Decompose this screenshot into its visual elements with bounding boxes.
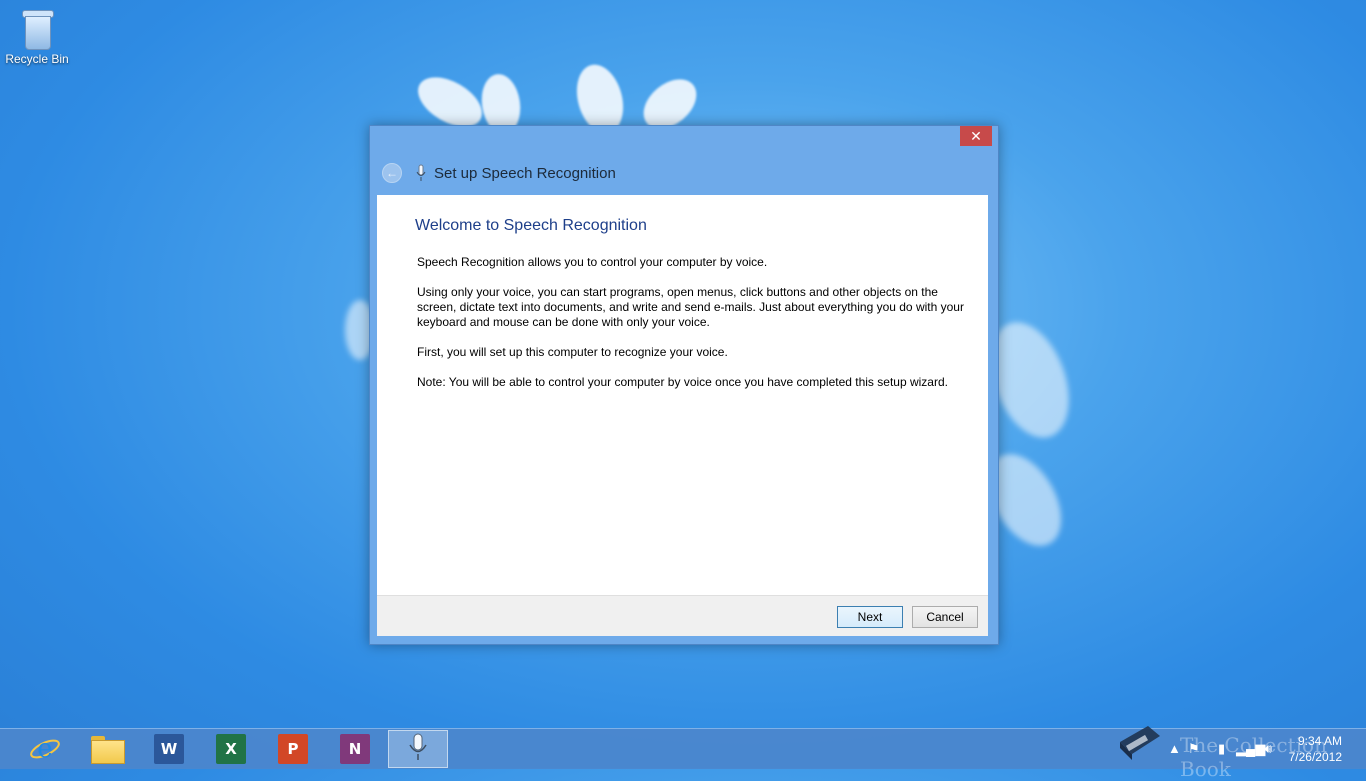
taskbar-speech-recognition[interactable] <box>388 730 448 768</box>
taskbar-file-explorer[interactable] <box>78 730 136 768</box>
cancel-button[interactable]: Cancel <box>912 606 978 628</box>
button-bar: Next Cancel <box>377 595 988 636</box>
window-title: Set up Speech Recognition <box>434 164 616 182</box>
page-heading: Welcome to Speech Recognition <box>415 217 647 234</box>
watermark-book-icon <box>1118 722 1162 762</box>
microphone-icon <box>408 732 428 767</box>
content-panel: Welcome to Speech Recognition Speech Rec… <box>377 195 988 595</box>
excel-icon: X <box>216 734 246 764</box>
word-icon: W <box>154 734 184 764</box>
taskbar-excel[interactable]: X <box>202 730 260 768</box>
first-step-text: First, you will set up this computer to … <box>417 345 728 359</box>
next-button[interactable]: Next <box>837 606 903 628</box>
taskbar-powerpoint[interactable]: P <box>264 730 322 768</box>
watermark-text: The Collection Book <box>1180 733 1327 781</box>
window-header: ← Set up Speech Recognition <box>382 162 616 184</box>
note-text: Note: You will be able to control your c… <box>417 375 948 389</box>
taskbar-word[interactable]: W <box>140 730 198 768</box>
close-button[interactable]: ✕ <box>960 126 992 146</box>
speech-setup-window: ✕ ← Set up Speech Recognition Welcome to… <box>369 125 999 645</box>
powerpoint-icon: P <box>278 734 308 764</box>
microphone-icon <box>416 164 426 182</box>
description-text: Using only your voice, you can start pro… <box>417 285 964 329</box>
internet-explorer-icon: e <box>29 733 61 765</box>
folder-icon <box>91 736 125 764</box>
chevron-up-icon[interactable]: ▲ <box>1168 741 1181 756</box>
back-arrow-icon[interactable]: ← <box>382 163 402 183</box>
desktop-icon-label: Recycle Bin <box>5 52 69 66</box>
desktop-icon-recycle-bin[interactable]: Recycle Bin <box>4 6 70 66</box>
svg-text:e: e <box>37 734 52 764</box>
taskbar-onenote[interactable]: N <box>326 730 384 768</box>
taskbar-internet-explorer[interactable]: e <box>16 730 74 768</box>
intro-text: Speech Recognition allows you to control… <box>417 255 768 269</box>
onenote-icon: N <box>340 734 370 764</box>
recycle-bin-icon <box>21 8 54 50</box>
